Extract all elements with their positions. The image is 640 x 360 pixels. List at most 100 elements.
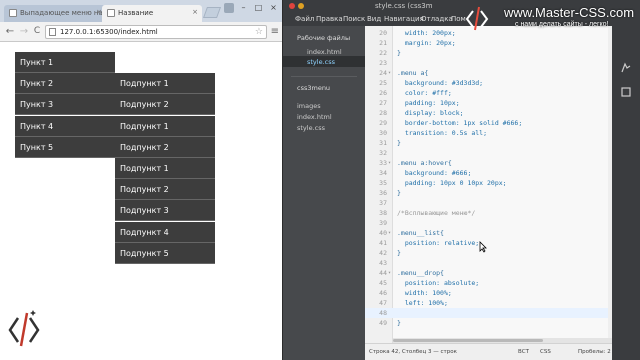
browser-menu-icon[interactable]: ≡ <box>271 26 279 37</box>
code-line[interactable]: 48 <box>365 308 612 318</box>
new-tab-button[interactable] <box>202 7 222 18</box>
fold-arrow-icon[interactable]: ▾ <box>388 158 391 168</box>
submenu-item[interactable]: Подпункт 1 <box>115 73 215 94</box>
menu-search[interactable]: Поиск <box>343 15 365 23</box>
line-number: 33 <box>379 159 387 167</box>
menu-item-3[interactable]: Пункт 3 <box>15 94 115 115</box>
user-profile-icon[interactable] <box>224 3 234 13</box>
project-item-style-css[interactable]: style.css <box>297 124 325 132</box>
working-file-index-html[interactable]: index.html <box>307 48 342 56</box>
code-line[interactable]: 49} <box>365 318 612 328</box>
project-name[interactable]: css3menu <box>297 84 330 92</box>
code-line[interactable]: 37 <box>365 198 612 208</box>
cursor-position: Строка 42, Столбец 3 — строк <box>369 349 457 355</box>
working-file-style-css[interactable]: style.css <box>307 58 335 66</box>
code-text: background: #3d3d3d; <box>397 79 484 87</box>
insert-mode[interactable]: ВСТ <box>518 349 529 355</box>
scrollbar-thumb[interactable] <box>393 339 543 342</box>
code-line[interactable]: 30 transition: 0.5s all; <box>365 128 612 138</box>
live-preview-icon[interactable] <box>620 62 632 74</box>
code-line[interactable]: 26 color: #fff; <box>365 88 612 98</box>
menu-file[interactable]: Файл <box>295 15 314 23</box>
code-line[interactable]: 40 ▾ .menu__list{ <box>365 228 612 238</box>
close-dot-icon[interactable] <box>289 3 295 9</box>
reload-icon[interactable]: C <box>31 25 43 38</box>
submenu-item[interactable]: Подпункт 5 <box>115 243 215 264</box>
line-number: 39 <box>379 219 387 227</box>
browser-tab-2[interactable]: Название × <box>102 5 202 22</box>
submenu-item[interactable]: Подпункт 1 <box>115 158 215 179</box>
code-line[interactable]: 41 position: relative; <box>365 238 612 248</box>
submenu-item[interactable]: Подпункт 2 <box>115 179 215 200</box>
code-line[interactable]: 21 margin: 20px; <box>365 38 612 48</box>
code-line[interactable]: 24 ▾ .menu a{ <box>365 68 612 78</box>
menu-debug[interactable]: Отладка <box>421 15 453 23</box>
indent-spaces[interactable]: Пробелы: 2 <box>578 349 611 355</box>
menu-navigation[interactable]: Навигация <box>384 15 424 23</box>
code-line[interactable]: 42} <box>365 248 612 258</box>
tab-close-icon[interactable]: × <box>192 8 198 16</box>
submenu-item[interactable]: Подпункт 2 <box>115 94 215 115</box>
code-line[interactable]: 29 border-bottom: 1px solid #666; <box>365 118 612 128</box>
submenu-item[interactable]: Подпункт 1 <box>115 116 215 137</box>
code-line[interactable]: 39 <box>365 218 612 228</box>
line-number: 22 <box>379 49 387 57</box>
minimize-button[interactable]: – <box>237 2 250 13</box>
submenu-item[interactable]: Подпункт 2 <box>115 137 215 158</box>
extension-manager-icon[interactable] <box>620 86 632 98</box>
menu-item-5[interactable]: Пункт 5 <box>15 137 115 158</box>
code-text: } <box>397 189 401 197</box>
line-number: 28 <box>379 109 387 117</box>
line-number: 29 <box>379 119 387 127</box>
page-favicon-icon <box>107 9 115 17</box>
menu-item-1[interactable]: Пункт 1 <box>15 52 115 73</box>
code-line[interactable]: 28 display: block; <box>365 108 612 118</box>
browser-tab-1[interactable]: Выпадающее меню на С × <box>4 5 106 22</box>
editor-title: style.css (css3m <box>375 2 433 10</box>
menu-item-2[interactable]: Пункт 2 <box>15 73 115 94</box>
code-line[interactable]: 46 width: 100%; <box>365 288 612 298</box>
fold-arrow-icon[interactable]: ▾ <box>388 228 391 238</box>
code-line[interactable]: 32 <box>365 148 612 158</box>
address-bar[interactable]: 127.0.0.1:65300/index.html ☆ <box>45 25 267 39</box>
menu-edit[interactable]: Правка <box>316 15 343 23</box>
minimize-dot-icon[interactable] <box>298 3 304 9</box>
line-number: 48 <box>379 309 387 317</box>
code-line[interactable]: 27 padding: 10px; <box>365 98 612 108</box>
line-number: 30 <box>379 129 387 137</box>
line-number: 24 <box>379 69 387 77</box>
language-mode[interactable]: CSS <box>540 349 551 355</box>
bookmark-star-icon[interactable]: ☆ <box>255 26 263 38</box>
code-line[interactable]: 25 background: #3d3d3d; <box>365 78 612 88</box>
project-item-images[interactable]: images <box>297 102 321 110</box>
code-line[interactable]: 23 <box>365 58 612 68</box>
code-line[interactable]: 31} <box>365 138 612 148</box>
code-area[interactable]: 20 width: 200px; 21 margin: 20px; 22} 23 24 ▾… <box>365 26 612 343</box>
code-line[interactable]: 33 ▾ .menu a:hover{ <box>365 158 612 168</box>
page-viewport: Пункт 1 Пункт 2 Пункт 3 Пункт 4 Пункт 5 … <box>0 42 282 360</box>
back-arrow-icon[interactable]: ← <box>4 25 16 38</box>
menu-view[interactable]: Вид <box>367 15 381 23</box>
code-line[interactable]: 35 padding: 10px 0 10px 20px; <box>365 178 612 188</box>
line-number: 46 <box>379 289 387 297</box>
menu-item-4[interactable]: Пункт 4 <box>15 116 115 137</box>
code-line[interactable]: 22} <box>365 48 612 58</box>
submenu-item[interactable]: Подпункт 3 <box>115 200 215 221</box>
code-line[interactable]: 38 /*Всплывающие меню*/ <box>365 208 612 218</box>
maximize-button[interactable]: □ <box>252 2 265 13</box>
code-line[interactable]: 43 <box>365 258 612 268</box>
code-line[interactable]: 47 left: 100%; <box>365 298 612 308</box>
forward-arrow-icon[interactable]: → <box>18 25 30 38</box>
fold-arrow-icon[interactable]: ▾ <box>388 68 391 78</box>
browser-window: Выпадающее меню на С × Название × – □ × … <box>0 0 282 360</box>
line-number: 42 <box>379 249 387 257</box>
code-line[interactable]: 34 background: #666; <box>365 168 612 178</box>
code-line[interactable]: 44 ▾ .menu__drop{ <box>365 268 612 278</box>
code-line[interactable]: 45 position: absolute; <box>365 278 612 288</box>
submenu-item[interactable]: Подпункт 4 <box>115 222 215 243</box>
fold-arrow-icon[interactable]: ▾ <box>388 268 391 278</box>
project-item-index-html[interactable]: index.html <box>297 113 332 121</box>
code-line[interactable]: 36} <box>365 188 612 198</box>
close-window-button[interactable]: × <box>267 2 280 13</box>
screen: Выпадающее меню на С × Название × – □ × … <box>0 0 640 360</box>
